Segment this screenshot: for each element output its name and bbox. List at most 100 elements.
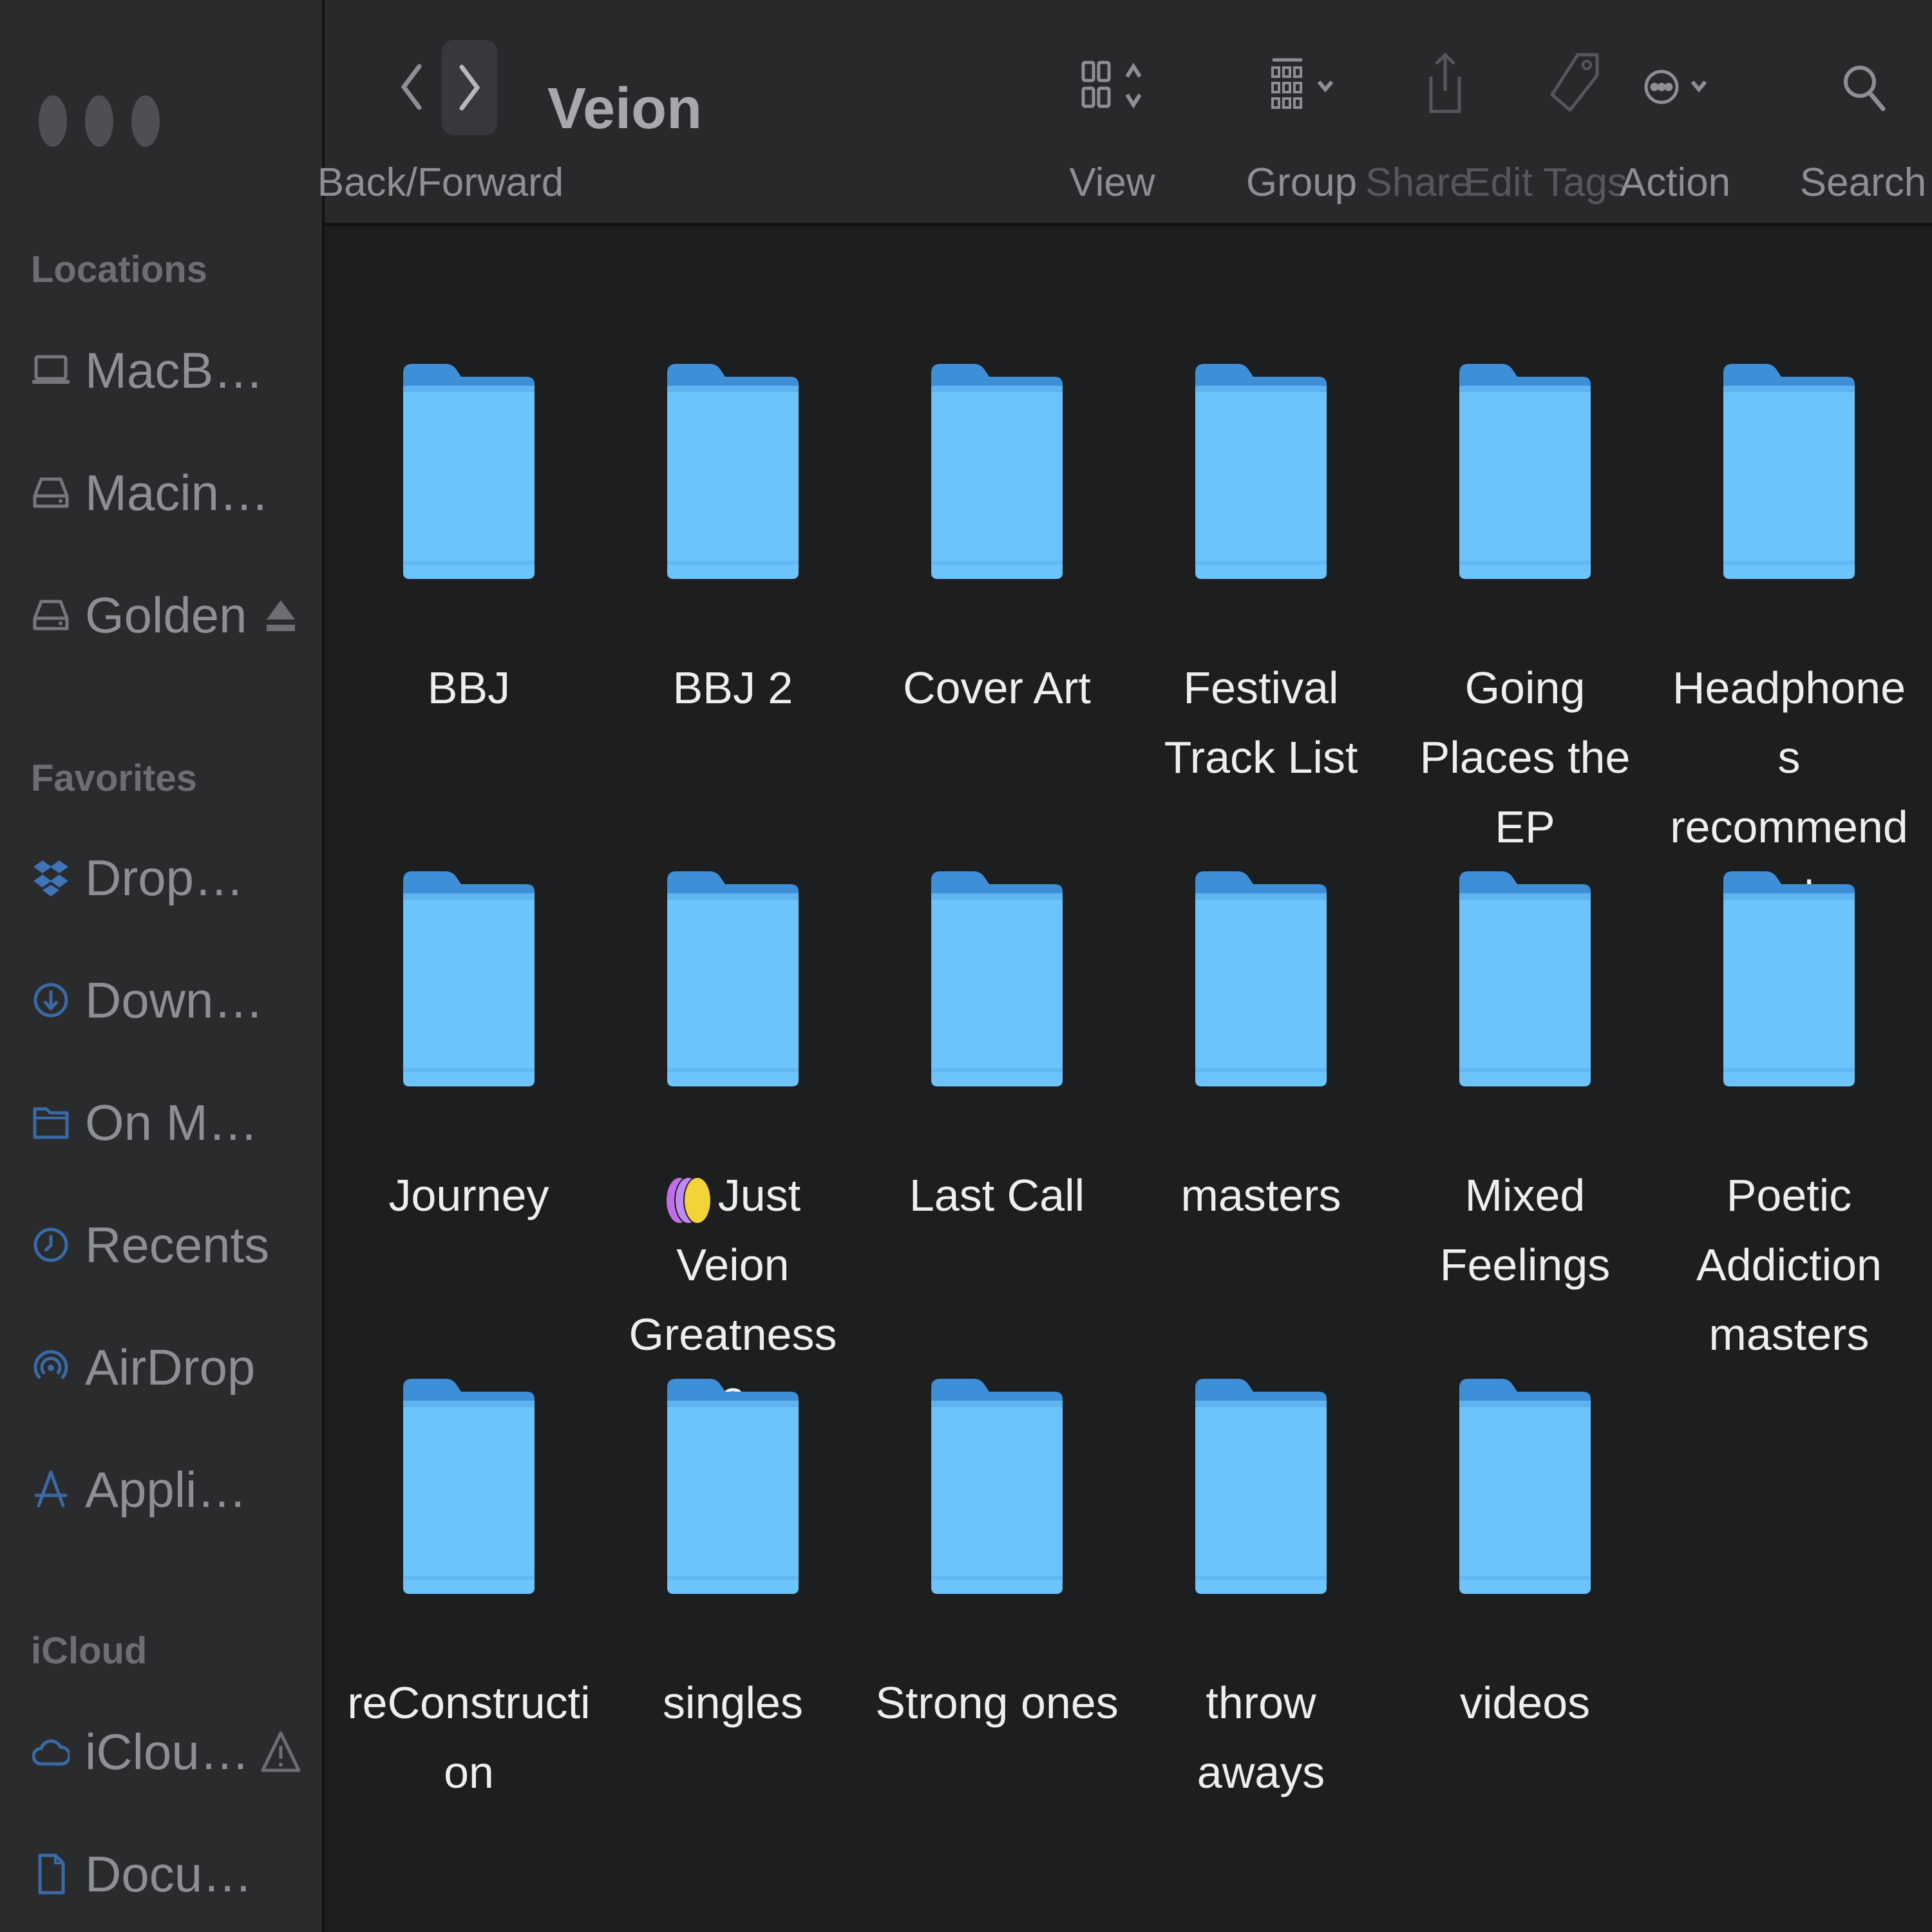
tag-dots-icon [665, 1176, 712, 1224]
folder-name: BBJ [346, 653, 591, 723]
applications-icon [31, 1467, 71, 1512]
zoom-window-button[interactable] [131, 95, 160, 147]
folder-item[interactable]: Festival Track List [1139, 360, 1383, 792]
tag-icon [1550, 53, 1599, 112]
folder-icon [1721, 867, 1857, 1090]
folder-icon [1193, 867, 1329, 1090]
sidebar-item-label: Documents [85, 1845, 272, 1902]
view-button[interactable] [1078, 52, 1162, 122]
sidebar-item-label: Applications [85, 1461, 272, 1518]
folder-icon [929, 360, 1065, 582]
folder-item[interactable]: Strong ones [875, 1375, 1119, 1738]
sidebar-item-label: iCloud Dr... [85, 1723, 272, 1780]
sidebar-item-label: Dropbox [85, 849, 272, 906]
folder-item[interactable]: masters [1139, 867, 1383, 1230]
folder-item[interactable]: Headphones recommended [1667, 360, 1911, 931]
sidebar-item-label: AirDrop [85, 1338, 256, 1396]
folder-grid: BBJ BBJ 2 Cover Art Festival Track List Goin… [325, 226, 1932, 1932]
folder-name-text: Last Call [909, 1170, 1085, 1220]
folder-item[interactable]: Going Places the EP [1403, 360, 1647, 862]
folder-name-text: Festival Track List [1164, 663, 1358, 782]
sidebar-item-label: MacBook Pro [85, 341, 272, 399]
folder-item[interactable]: reConstruction [346, 1375, 591, 1807]
folder-icon [401, 360, 537, 582]
folder-name-text: singles [663, 1678, 803, 1728]
document-icon [31, 1852, 71, 1897]
folder-item[interactable]: videos [1403, 1375, 1647, 1738]
folder-name-text: Cover Art [903, 663, 1091, 713]
sidebar-item-icloud-drive[interactable]: iCloud Dr... [31, 1716, 301, 1787]
more-actions-icon [1644, 70, 1707, 104]
folder-item[interactable]: throw aways [1139, 1375, 1383, 1807]
folder-icon [401, 867, 537, 1090]
close-window-button[interactable] [39, 95, 67, 147]
folder-name-text: Going Places the EP [1419, 663, 1631, 852]
folder-name: Poetic Addiction masters [1667, 1160, 1911, 1369]
sidebar-item-airdrop[interactable]: AirDrop [31, 1332, 301, 1403]
group-icon [1271, 58, 1334, 109]
sidebar-item-documents[interactable]: Documents [31, 1839, 301, 1909]
search-icon [1844, 66, 1886, 111]
folder-item[interactable]: Cover Art [875, 360, 1119, 723]
window-title: Veion [547, 77, 703, 141]
folder-icon [1457, 1375, 1593, 1597]
folder-icon [1193, 360, 1329, 582]
window-controls [39, 95, 160, 147]
chevron-left-icon [401, 64, 422, 110]
folder-name-text: Mixed Feelings [1439, 1170, 1611, 1290]
folder-item[interactable]: Poetic Addiction masters [1667, 867, 1911, 1369]
sidebar-item-on-my-mac[interactable]: On My Mac [31, 1087, 301, 1158]
folder-name: videos [1403, 1668, 1647, 1738]
action-button[interactable] [1638, 52, 1722, 122]
group-button[interactable] [1265, 52, 1349, 122]
action-label: Action [1619, 160, 1731, 205]
share-icon [1429, 52, 1461, 113]
laptop-icon [31, 348, 71, 393]
folder-item[interactable]: Journey [346, 867, 591, 1230]
folder-name-text: throw aways [1197, 1678, 1325, 1797]
sidebar-item-golden[interactable]: Golden [31, 580, 301, 650]
sidebar-item-macbook-pro[interactable]: MacBook Pro [31, 335, 301, 406]
folder-item[interactable]: Mixed Feelings [1403, 867, 1647, 1300]
folder-name: BBJ 2 [611, 653, 855, 723]
share-label: Share [1365, 160, 1472, 205]
folder-icon [1457, 867, 1593, 1090]
folder-item[interactable]: Last Call [875, 867, 1119, 1230]
sidebar-item-downloads[interactable]: Downloads [31, 965, 301, 1036]
folder-icon [1721, 360, 1857, 582]
sidebar-item-label: Downloads [85, 971, 272, 1028]
folder-item[interactable]: BBJ [346, 360, 591, 723]
folder-icon [929, 1375, 1065, 1597]
folder-icon [665, 1375, 801, 1597]
folder-name: Going Places the EP [1403, 653, 1647, 862]
share-button[interactable] [1413, 45, 1477, 122]
folder-name-text: BBJ 2 [672, 663, 793, 713]
disk-icon [31, 592, 71, 638]
folder-item[interactable]: Just Veion Greatness 2 [611, 867, 855, 1439]
forward-button[interactable] [442, 40, 497, 135]
sidebar-item-macintosh-hd[interactable]: Macintosh... [31, 457, 301, 528]
sidebar-item-label: Recents [85, 1216, 270, 1273]
sidebar-item-label: Golden [85, 586, 247, 643]
sidebar-item-dropbox[interactable]: Dropbox [31, 842, 301, 913]
sidebar-section-icloud: iCloud [31, 1630, 147, 1672]
chevron-right-icon [459, 64, 480, 111]
sidebar-item-label: Macintosh... [85, 464, 272, 521]
edit-tags-button[interactable] [1535, 45, 1613, 122]
sidebar-item-recents[interactable]: Recents [31, 1209, 301, 1280]
folder-icon [401, 1375, 537, 1597]
search-button[interactable] [1832, 52, 1896, 122]
folder-item[interactable]: BBJ 2 [611, 360, 855, 723]
download-icon [31, 978, 71, 1023]
minimize-window-button[interactable] [85, 95, 113, 147]
toolbar: Back/Forward Veion View Group Share Edit… [317, 0, 1932, 226]
sidebar-item-label: On My Mac [85, 1094, 272, 1151]
folder-icon [665, 867, 801, 1090]
folder-name-text: Strong ones [875, 1678, 1119, 1728]
back-button[interactable] [389, 52, 434, 122]
sidebar-section-favorites: Favorites [31, 757, 197, 799]
sidebar-item-applications[interactable]: Applications [31, 1454, 301, 1525]
warning-icon[interactable] [260, 1728, 301, 1776]
folder-item[interactable]: singles [611, 1375, 855, 1738]
eject-icon[interactable] [260, 591, 301, 639]
